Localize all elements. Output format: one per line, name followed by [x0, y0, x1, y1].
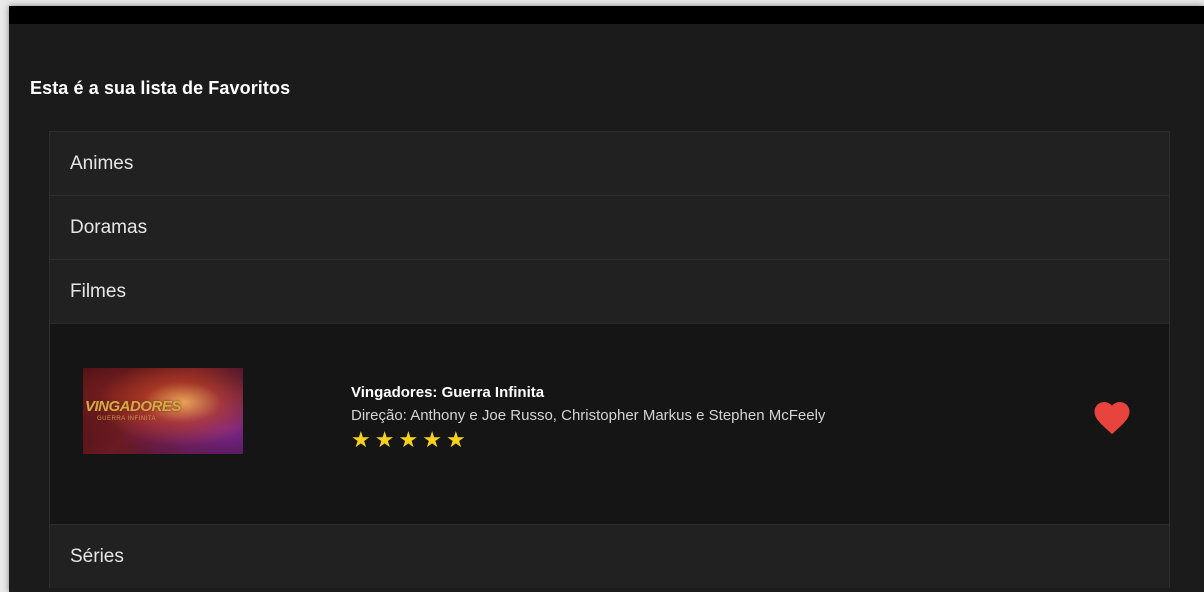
app-window: Esta é a sua lista de Favoritos Animes D… — [9, 6, 1204, 592]
accordion-body-filmes: VINGADORES GUERRA INFINITA Vingadores: G… — [50, 323, 1169, 524]
movie-director: Direção: Anthony e Joe Russo, Christophe… — [351, 407, 826, 424]
accordion-header-animes[interactable]: Animes — [50, 131, 1169, 195]
accordion-header-series[interactable]: Séries — [50, 524, 1169, 588]
favorites-accordion: Animes Doramas Filmes VINGADORES GUERRA … — [49, 131, 1170, 588]
star-icon: ★ — [398, 427, 419, 452]
star-icon: ★ — [374, 427, 395, 452]
accordion-header-filmes[interactable]: Filmes — [50, 259, 1169, 323]
movie-info: Vingadores: Guerra Infinita Direção: Ant… — [351, 384, 825, 451]
poster-title: VINGADORES — [85, 398, 181, 415]
heart-icon[interactable] — [1091, 396, 1133, 436]
poster-subtitle: GUERRA INFINITA — [97, 416, 157, 422]
accordion-header-doramas[interactable]: Doramas — [50, 195, 1169, 259]
movie-poster: VINGADORES GUERRA INFINITA — [83, 368, 243, 454]
star-icon: ★ — [445, 427, 466, 452]
movie-title: Vingadores: Guerra Infinita — [351, 384, 545, 401]
star-icon: ★ — [351, 427, 371, 452]
page-title: Esta é a sua lista de Favoritos — [30, 78, 291, 98]
top-bar — [9, 6, 1204, 24]
star-rating: ★ ★ ★ ★ ★ — [351, 429, 825, 451]
star-icon: ★ — [422, 427, 442, 452]
